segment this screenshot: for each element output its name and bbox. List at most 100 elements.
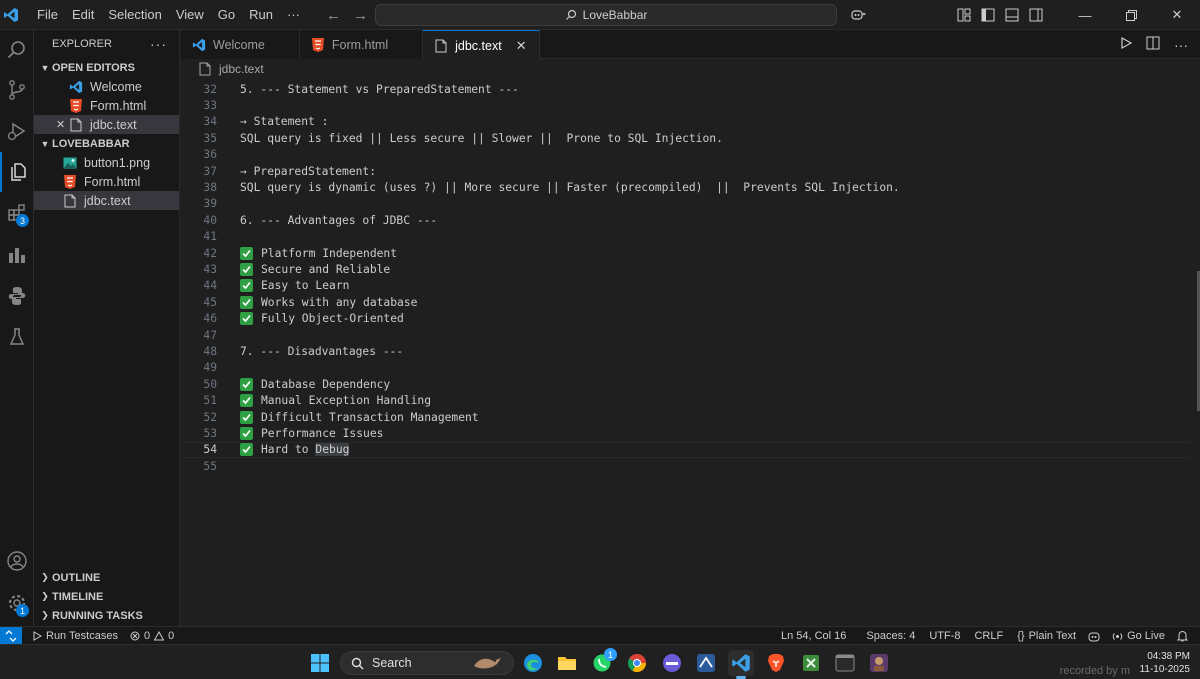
code-line[interactable]: 35 SQL query is fixed || Less secure || S…: [181, 130, 1191, 146]
test-flask-icon[interactable]: [0, 317, 34, 357]
edge-browser-icon[interactable]: [520, 650, 546, 676]
timeline-section[interactable]: ❯ TIMELINE: [34, 587, 180, 606]
code-line[interactable]: 40 6. --- Advantages of JDBC ---: [181, 212, 1191, 228]
code-line[interactable]: 55: [181, 458, 1191, 474]
code-line[interactable]: 42 Platform Independent: [181, 245, 1191, 261]
code-line[interactable]: 37 → PreparedStatement:: [181, 163, 1191, 179]
language-mode[interactable]: {} Plain Text: [1011, 630, 1082, 642]
taskbar-search[interactable]: Search: [340, 651, 514, 675]
code-line[interactable]: 49: [181, 360, 1191, 376]
code-line[interactable]: 38 SQL query is dynamic (uses ?) || More …: [181, 179, 1191, 195]
app-blue-tile-icon[interactable]: [693, 650, 719, 676]
code-line[interactable]: 41: [181, 229, 1191, 245]
tab-welcome[interactable]: Welcome: [181, 30, 300, 59]
code-line[interactable]: 51 Manual Exception Handling: [181, 393, 1191, 409]
brave-icon[interactable]: [763, 650, 789, 676]
file-button1-png[interactable]: button1.png: [34, 153, 179, 172]
code-line[interactable]: 36: [181, 147, 1191, 163]
menu-more[interactable]: ···: [280, 0, 307, 30]
breadcrumb-file[interactable]: jdbc.text: [219, 62, 264, 76]
code-line[interactable]: 44 Easy to Learn: [181, 278, 1191, 294]
back-arrow-icon[interactable]: ←: [326, 7, 341, 24]
close-window-button[interactable]: ✕: [1154, 0, 1200, 30]
file-form-html[interactable]: Form.html: [34, 172, 179, 191]
code-line[interactable]: 47: [181, 327, 1191, 343]
chrome-icon[interactable]: [624, 650, 650, 676]
remote-window-icon[interactable]: [0, 626, 22, 645]
close-tab-icon[interactable]: ✕: [516, 38, 527, 54]
accounts-icon[interactable]: [0, 541, 34, 581]
extensions-icon[interactable]: 3: [0, 193, 34, 233]
code-line[interactable]: 53 Performance Issues: [181, 425, 1191, 441]
restore-button[interactable]: [1108, 0, 1154, 30]
code-editor[interactable]: 32 5. --- Statement vs PreparedStatement …: [181, 79, 1200, 626]
forward-arrow-icon[interactable]: →: [353, 7, 368, 24]
system-clock[interactable]: 04:38 PM 11-10-2025: [1140, 650, 1190, 676]
file-jdbc-text[interactable]: jdbc.text: [34, 191, 179, 210]
toggle-panel-icon[interactable]: [1000, 0, 1024, 30]
python-icon[interactable]: [0, 276, 34, 316]
copilot-status-icon[interactable]: [1082, 631, 1106, 642]
notifications-bell-icon[interactable]: [1171, 630, 1194, 642]
open-editor-jdbc-text[interactable]: ✕ jdbc.text: [34, 115, 179, 134]
vscode-taskbar-icon[interactable]: [728, 650, 754, 679]
toggle-secondary-sidebar-icon[interactable]: [1024, 0, 1048, 30]
menu-run[interactable]: Run: [242, 0, 280, 30]
open-editor-form-html[interactable]: Form.html: [34, 96, 179, 115]
file-explorer-icon[interactable]: [554, 650, 580, 676]
copilot-icon[interactable]: [846, 0, 870, 30]
code-line[interactable]: 33: [181, 97, 1191, 113]
minimize-button[interactable]: —: [1062, 0, 1108, 30]
run-file-icon[interactable]: [1120, 36, 1133, 52]
charts-icon[interactable]: [0, 235, 34, 275]
manage-gear-icon[interactable]: 1: [0, 583, 34, 623]
code-line[interactable]: 50 Database Dependency: [181, 376, 1191, 392]
whatsapp-icon[interactable]: 1: [589, 648, 617, 676]
code-line[interactable]: 43 Secure and Reliable: [181, 261, 1191, 277]
encoding[interactable]: UTF-8: [923, 630, 968, 642]
menu-selection[interactable]: Selection: [101, 0, 168, 30]
open-editor-welcome[interactable]: Welcome: [34, 77, 179, 96]
excel-style-icon[interactable]: [798, 650, 824, 676]
code-line[interactable]: 34 → Statement :: [181, 114, 1191, 130]
split-editor-icon[interactable]: [1146, 36, 1160, 53]
menu-view[interactable]: View: [169, 0, 211, 30]
code-line[interactable]: 39: [181, 196, 1191, 212]
run-debug-icon[interactable]: [0, 111, 34, 151]
open-editors-section[interactable]: ▼ OPEN EDITORS: [34, 58, 179, 77]
lovebabbar-folder-section[interactable]: ▼ LOVEBABBAR: [34, 134, 179, 153]
close-editor-icon[interactable]: ✕: [56, 118, 68, 131]
code-line[interactable]: 52 Difficult Transaction Management: [181, 409, 1191, 425]
problems-indicator[interactable]: 0 0: [124, 630, 180, 642]
more-actions-icon[interactable]: ···: [1174, 37, 1188, 53]
cursor-position[interactable]: Ln 54, Col 16: [775, 630, 860, 642]
menu-go[interactable]: Go: [211, 0, 242, 30]
terminal-icon[interactable]: [832, 650, 858, 676]
menu-edit[interactable]: Edit: [65, 0, 101, 30]
toggle-primary-sidebar-icon[interactable]: [976, 0, 1000, 30]
windows-start-icon[interactable]: [307, 650, 333, 676]
code-line[interactable]: 32 5. --- Statement vs PreparedStatement …: [181, 81, 1191, 97]
tab-form-html[interactable]: Form.html: [299, 30, 424, 59]
breadcrumb[interactable]: jdbc.text: [181, 59, 1200, 79]
app-purple-icon[interactable]: [659, 650, 685, 676]
code-line[interactable]: 54 Hard to Debug: [181, 441, 1191, 459]
command-center-search[interactable]: LoveBabbar: [375, 4, 837, 26]
explorer-icon[interactable]: [0, 152, 34, 192]
search-view-icon[interactable]: [0, 30, 34, 70]
go-live-button[interactable]: Go Live: [1106, 630, 1171, 642]
explorer-more-icon[interactable]: ···: [150, 36, 167, 52]
tab-jdbc-text[interactable]: jdbc.text ✕: [423, 30, 540, 60]
running-tasks-section[interactable]: ❯ RUNNING TASKS: [34, 606, 180, 625]
line-ending[interactable]: CRLF: [968, 630, 1011, 642]
source-control-icon[interactable]: [0, 70, 34, 110]
run-testcases-button[interactable]: Run Testcases: [26, 630, 124, 642]
code-line[interactable]: 46 Fully Object-Oriented: [181, 311, 1191, 327]
code-line[interactable]: 48 7. --- Disadvantages ---: [181, 343, 1191, 359]
app-avatar-icon[interactable]: [866, 650, 892, 676]
indentation[interactable]: Spaces: 4: [860, 630, 923, 642]
menu-file[interactable]: File: [30, 0, 65, 30]
code-line[interactable]: 45 Works with any database: [181, 294, 1191, 310]
outline-section[interactable]: ❯ OUTLINE: [34, 568, 180, 587]
customize-layout-icon[interactable]: [952, 0, 976, 30]
